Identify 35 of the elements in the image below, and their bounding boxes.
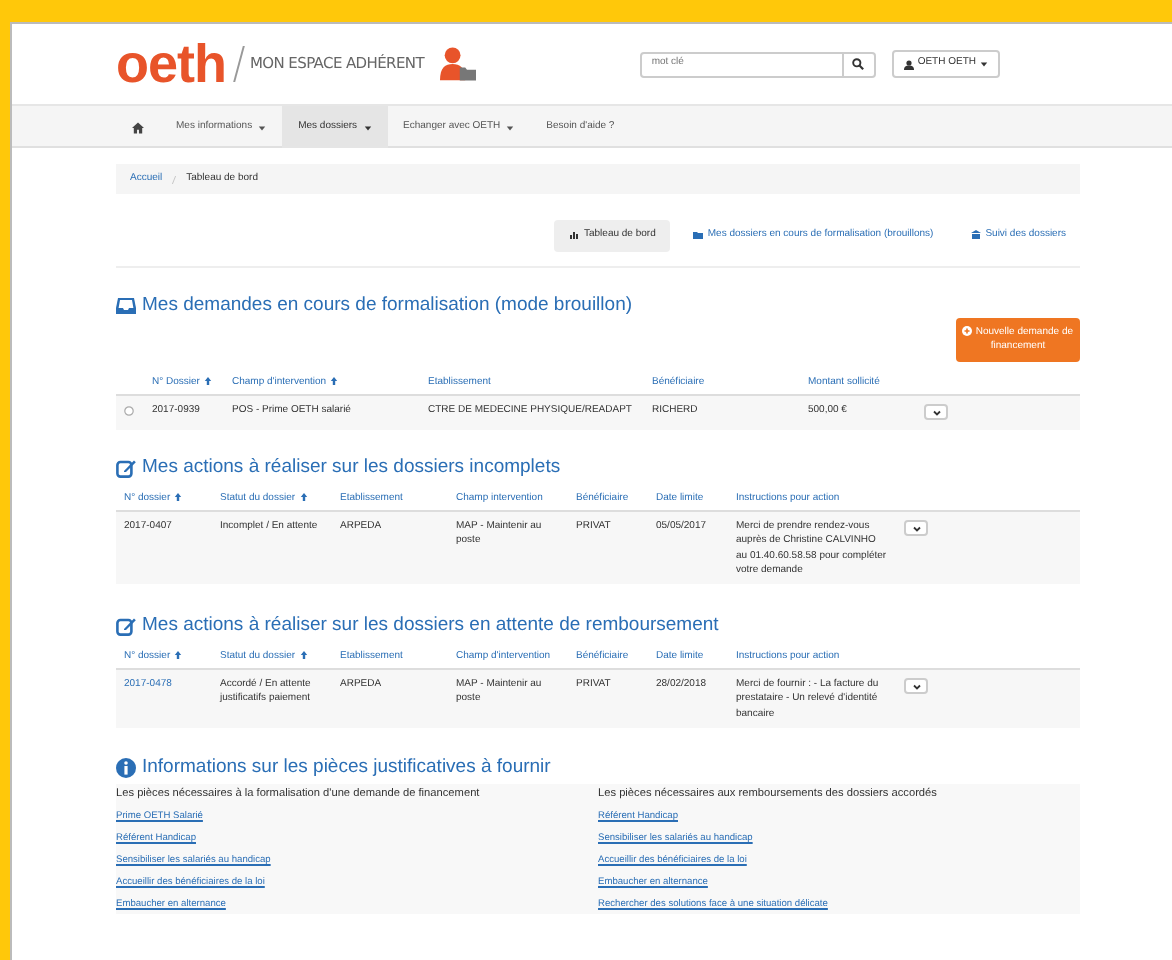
expand-button[interactable] bbox=[904, 520, 928, 537]
building-icon bbox=[969, 230, 982, 241]
chevron-down-icon bbox=[911, 681, 921, 692]
sort-arrow-icon bbox=[299, 649, 308, 660]
edit-icon bbox=[116, 458, 136, 479]
search-button[interactable] bbox=[843, 51, 876, 77]
logo: oeth bbox=[116, 37, 226, 91]
section-title: Mes actions à réaliser sur les dossiers incomplets bbox=[142, 458, 561, 480]
sort-arrow-icon bbox=[174, 491, 183, 502]
inbox-icon bbox=[116, 295, 136, 316]
sort-arrow-icon bbox=[203, 376, 212, 387]
chevron-down-icon bbox=[931, 407, 941, 418]
caret-icon bbox=[258, 123, 267, 131]
folder-icon bbox=[691, 230, 704, 241]
section-title: Mes actions à réaliser sur les dossiers en attente de remboursement bbox=[142, 616, 719, 638]
caret-icon bbox=[506, 123, 515, 131]
caret-icon bbox=[980, 60, 988, 68]
section-title: Informations sur les pièces justificatives à fournir bbox=[142, 757, 551, 779]
bar-chart-icon bbox=[568, 230, 580, 241]
sort-arrow-icon bbox=[330, 376, 339, 387]
user-icon bbox=[903, 59, 914, 69]
section-title: Mes demandes en cours de formalisation (mode brouillon) bbox=[142, 295, 633, 316]
plus-circle-icon bbox=[962, 326, 973, 337]
search-icon bbox=[852, 58, 865, 70]
home-icon bbox=[132, 121, 144, 133]
breadcrumb-divider-icon bbox=[170, 173, 179, 185]
sort-arrow-icon bbox=[174, 649, 183, 660]
expand-button[interactable] bbox=[904, 678, 928, 695]
circle-icon bbox=[124, 405, 134, 416]
info-icon bbox=[116, 758, 136, 779]
expand-button[interactable] bbox=[924, 404, 948, 421]
sort-arrow-icon bbox=[299, 491, 308, 502]
edit-icon bbox=[116, 616, 136, 637]
caret-icon bbox=[363, 123, 372, 131]
chevron-down-icon bbox=[911, 523, 921, 534]
